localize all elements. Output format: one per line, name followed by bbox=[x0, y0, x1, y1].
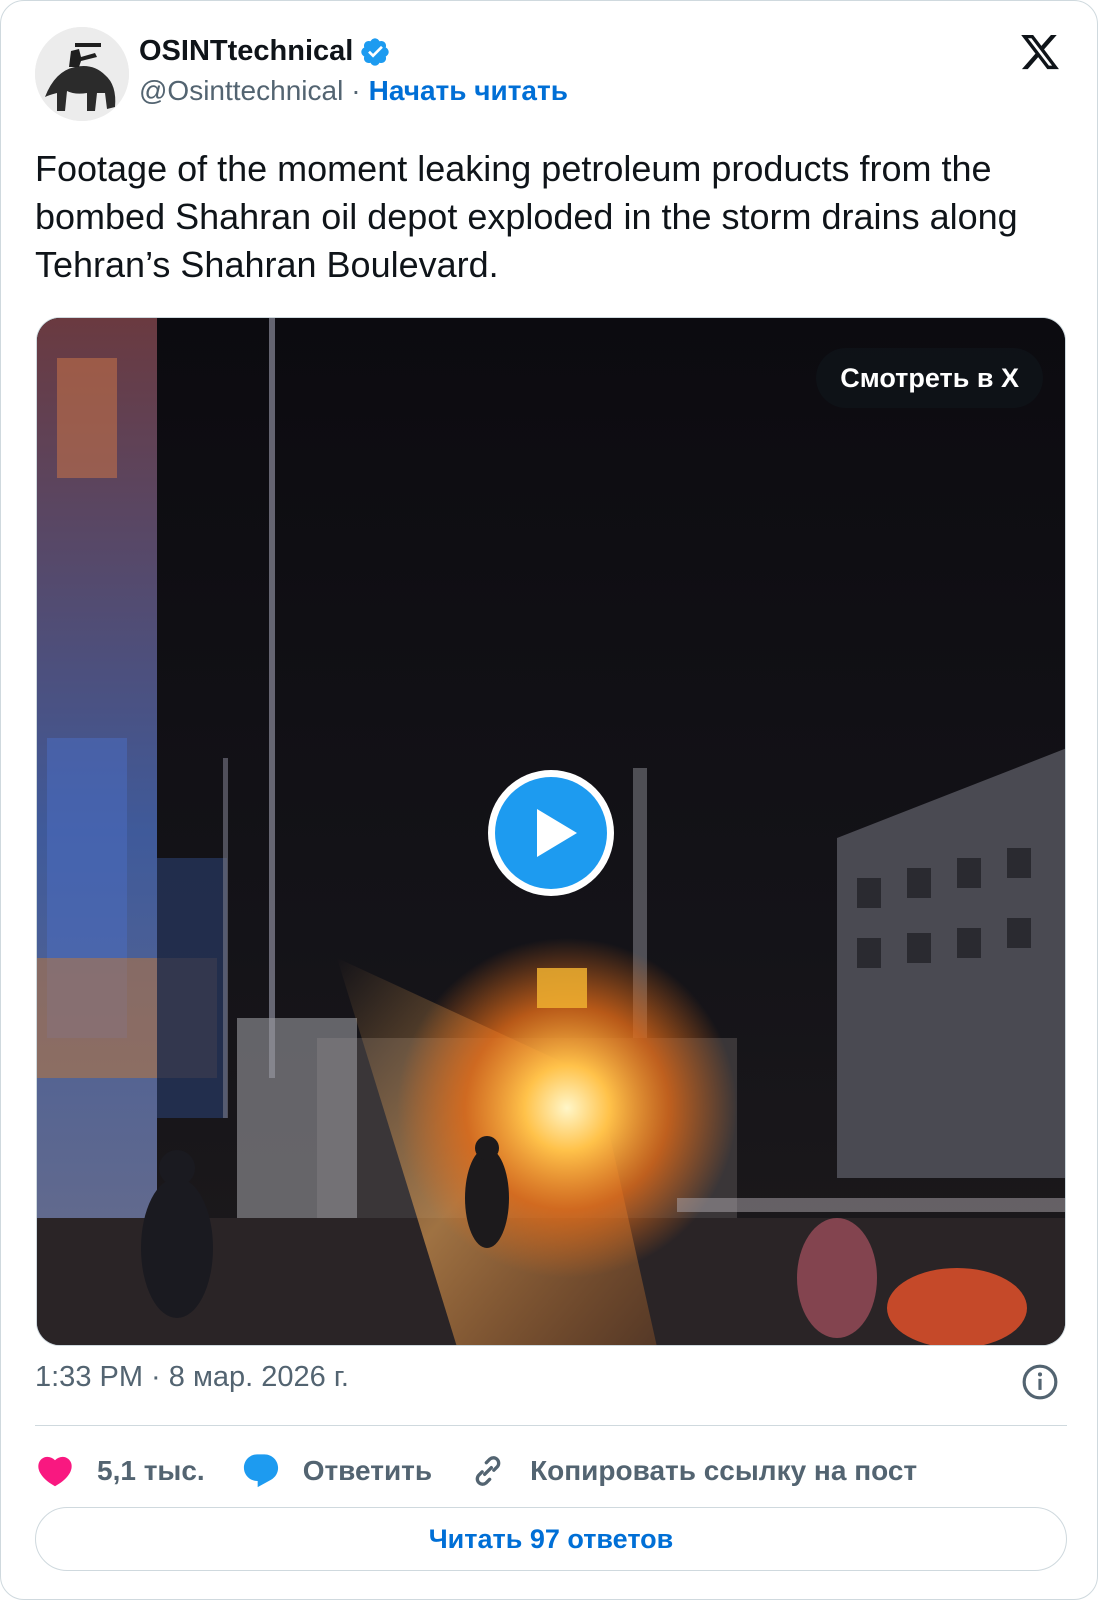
copy-link-label: Копировать ссылку на пост bbox=[530, 1455, 918, 1486]
author-handle[interactable]: @Osinttechnical bbox=[139, 75, 343, 107]
info-icon[interactable] bbox=[1021, 1363, 1059, 1401]
follow-link[interactable]: Начать читать bbox=[369, 75, 568, 107]
reply-bubble-icon bbox=[243, 1454, 278, 1488]
avatar[interactable] bbox=[35, 27, 129, 121]
play-icon[interactable] bbox=[485, 767, 617, 899]
reply-button[interactable]: Ответить bbox=[241, 1451, 432, 1491]
like-count: 5,1 тыс. bbox=[97, 1455, 205, 1486]
separator-dot: · bbox=[351, 75, 361, 106]
timestamp[interactable]: 1:33 PM · 8 мар. 2026 г. bbox=[35, 1361, 349, 1394]
like-button[interactable]: 5,1 тыс. bbox=[35, 1451, 205, 1491]
avatar-image bbox=[35, 27, 129, 121]
author-name[interactable]: OSINTtechnical bbox=[139, 35, 353, 68]
copy-link-button[interactable]: Копировать ссылку на пост bbox=[468, 1451, 917, 1491]
action-bar: 5,1 тыс. Ответить Копировать ссылку на п… bbox=[35, 1441, 953, 1501]
divider bbox=[35, 1425, 1067, 1426]
link-icon bbox=[475, 1456, 501, 1486]
reply-label: Ответить bbox=[302, 1455, 433, 1486]
video-player[interactable]: Смотреть в X bbox=[36, 317, 1066, 1346]
watch-on-x-button[interactable]: Смотреть в X bbox=[816, 348, 1043, 408]
tweet-text: Footage of the moment leaking petroleum … bbox=[35, 148, 1018, 285]
tweet-card: OSINTtechnical @Osinttechnical · Начать … bbox=[0, 0, 1098, 1600]
verified-badge-icon bbox=[361, 37, 389, 66]
read-replies-button[interactable]: Читать 97 ответов bbox=[35, 1507, 1067, 1571]
heart-icon bbox=[38, 1456, 72, 1487]
x-logo-icon[interactable] bbox=[1017, 31, 1063, 73]
